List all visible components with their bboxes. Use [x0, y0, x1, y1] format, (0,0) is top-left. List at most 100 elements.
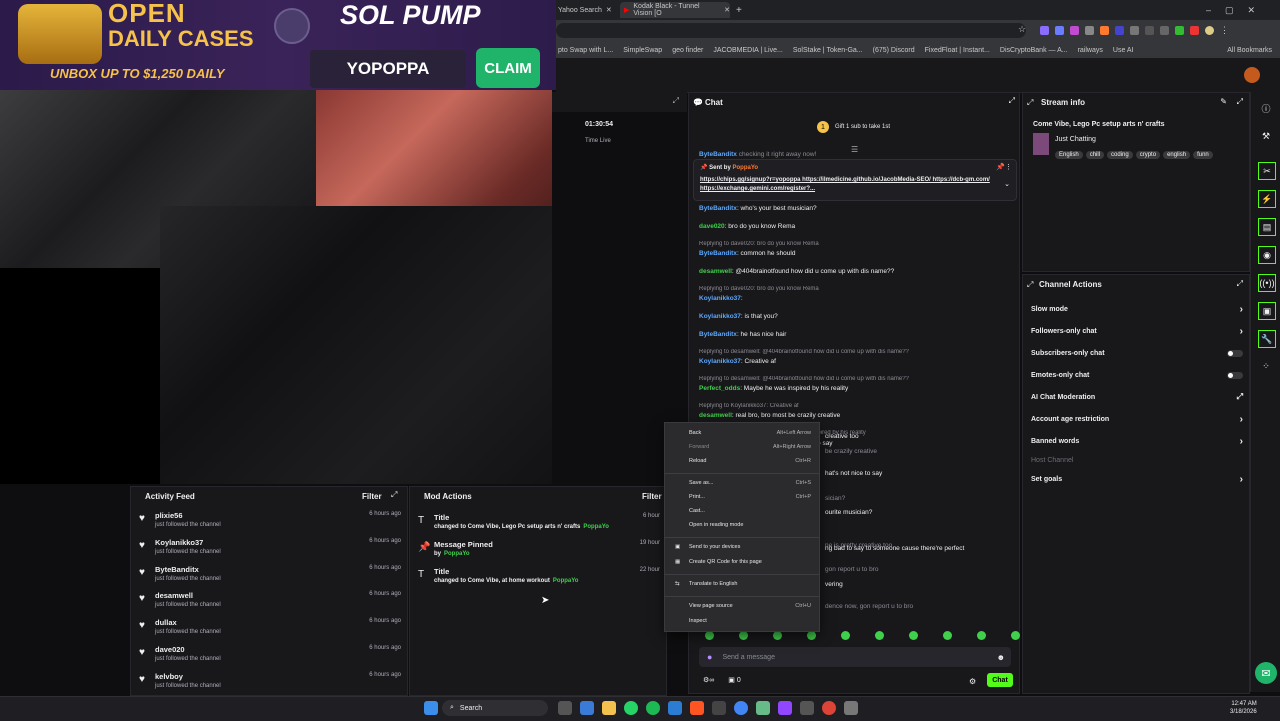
activity-username[interactable]: plixie56 [155, 511, 183, 520]
emote-icon[interactable] [773, 631, 782, 640]
profile-avatar[interactable] [1205, 26, 1214, 35]
bookmark[interactable]: DisCryptoBank — A... [1000, 47, 1068, 54]
chat-bubble-button[interactable]: ✉ [1255, 662, 1277, 684]
subscribers-only-toggle[interactable] [1227, 350, 1243, 357]
bookmark[interactable]: pto Swap with L... [558, 47, 613, 54]
clip-icon[interactable]: ✂ [1258, 162, 1276, 180]
context-menu-item[interactable]: ⇆ Translate to English [675, 581, 815, 587]
extension-icon[interactable] [1100, 26, 1109, 35]
mod-action-user[interactable]: PoppaYo [583, 524, 609, 530]
activity-item[interactable]: ♥ dullax just followed the channel 6 hours … [139, 618, 401, 644]
context-menu-item[interactable]: Open in reading mode [689, 522, 815, 528]
claim-button[interactable]: CLAIM [476, 48, 540, 88]
extension-icon[interactable] [1085, 26, 1094, 35]
kebab-menu-icon[interactable]: ⋮ [1220, 25, 1229, 36]
tab-yahoo[interactable]: Yahoo Search ✕ [558, 2, 612, 18]
bookmark[interactable]: (675) Discord [873, 47, 915, 54]
close-window-icon[interactable]: ✕ [1248, 5, 1256, 16]
app-icon[interactable] [756, 701, 770, 715]
extension-icon[interactable] [1070, 26, 1079, 35]
emotes-only-toggle[interactable] [1227, 372, 1243, 379]
filter-button[interactable]: Filter [362, 492, 382, 501]
activity-username[interactable]: ByteBanditx [155, 565, 199, 574]
emote-icon[interactable] [1011, 631, 1020, 640]
bookmark[interactable]: SimpleSwap [623, 47, 662, 54]
popout-icon[interactable]: ⤢ [1237, 97, 1243, 107]
emote-icon[interactable] [807, 631, 816, 640]
mod-action-user[interactable]: PoppaYo [553, 578, 579, 584]
wrench-icon[interactable]: 🔧 [1258, 330, 1276, 348]
maximize-icon[interactable]: ▢ [1225, 5, 1234, 16]
context-menu-item[interactable]: View page source Ctrl+U [689, 603, 815, 609]
extension-icon[interactable] [1115, 26, 1124, 35]
chat-icon[interactable]: ◉ [1258, 246, 1276, 264]
context-menu-item[interactable]: Inspect [689, 618, 815, 624]
activity-item[interactable]: ♥ plixie56 just followed the channel 6 hour… [139, 511, 401, 537]
whatsapp-icon[interactable] [624, 701, 638, 715]
popout-icon[interactable]: ⤢ [673, 96, 679, 106]
app-icon[interactable] [844, 701, 858, 715]
info-icon[interactable]: ⓘ [1258, 100, 1274, 116]
tag[interactable]: coding [1107, 151, 1133, 159]
emoji-icon[interactable]: ☻ [997, 653, 1005, 662]
context-menu-item[interactable]: Forward Alt+Right Arrow [689, 444, 815, 450]
activity-username[interactable]: dave020 [155, 645, 185, 654]
tag[interactable]: crypto [1135, 151, 1161, 159]
url-input[interactable] [556, 23, 1026, 38]
chat-username[interactable]: Koylanikko37 [699, 295, 741, 302]
star-icon[interactable]: ☆ [1018, 24, 1026, 35]
activity-username[interactable]: desamwell [155, 591, 193, 600]
chrome-profile-icon[interactable] [822, 701, 836, 715]
chat-username[interactable]: desamwell [699, 412, 732, 419]
emote-icon[interactable] [909, 631, 918, 640]
extension-icon[interactable] [1055, 26, 1064, 35]
mod-action-item[interactable]: 📌 Message Pinned by PoppaYo 19 hour [418, 540, 660, 566]
context-menu-item[interactable]: ▣ Send to your devices [675, 544, 815, 550]
minimize-icon[interactable]: – [1206, 5, 1211, 15]
activity-username[interactable]: Koylanikko37 [155, 538, 203, 547]
card-icon[interactable]: ▣ [1258, 302, 1276, 320]
ai-moderation-row[interactable]: AI Chat Moderation ⤢ [1031, 392, 1243, 401]
context-menu-item[interactable]: Cast... [689, 508, 815, 514]
popout-icon[interactable]: ⤢ [1009, 96, 1015, 106]
app-icon[interactable] [712, 701, 726, 715]
extension-icon[interactable] [1130, 26, 1139, 35]
send-chat-button[interactable]: Chat [987, 673, 1013, 687]
task-view-icon[interactable] [558, 701, 572, 715]
activity-item[interactable]: ♥ kelvboy just followed the channel 6 hours… [139, 672, 401, 698]
file-explorer-icon[interactable] [602, 701, 616, 715]
slow-mode-row[interactable]: Slow mode › [1031, 304, 1243, 315]
emote-icon[interactable] [875, 631, 884, 640]
popout-icon[interactable]: ⤢ [391, 490, 397, 500]
popout-icon[interactable]: ⤢ [1237, 279, 1243, 289]
bookmark[interactable]: railways [1078, 47, 1103, 54]
broadcast-icon[interactable]: ((•)) [1258, 274, 1276, 292]
user-avatar[interactable] [1244, 67, 1260, 83]
dots-icon[interactable]: ⁘ [1258, 358, 1274, 374]
pin-icon[interactable]: 📌⋮ [996, 163, 1012, 171]
pinned-links[interactable]: https://chips.gg/signup?r=yopoppa https:… [700, 176, 992, 194]
app-icon[interactable] [778, 701, 792, 715]
window-controls[interactable]: – ▢ ✕ [1206, 2, 1255, 18]
emote-icon[interactable] [943, 631, 952, 640]
brave-icon[interactable] [690, 701, 704, 715]
context-menu-item[interactable]: Reload Ctrl+R [689, 458, 815, 464]
extension-icon[interactable] [1175, 26, 1184, 35]
chrome-icon[interactable] [734, 701, 748, 715]
emote-icon[interactable] [705, 631, 714, 640]
extension-icon[interactable] [1190, 26, 1199, 35]
chat-username[interactable]: desamwell [699, 268, 732, 275]
chat-username[interactable]: ByteBanditx [699, 250, 737, 257]
activity-username[interactable]: kelvboy [155, 672, 183, 681]
bookmark[interactable]: JACOBMEDIA | Live... [713, 47, 783, 54]
obs-icon[interactable] [800, 701, 814, 715]
bookmark[interactable]: FixedFloat | Instant... [925, 47, 990, 54]
extension-icon[interactable] [1160, 26, 1169, 35]
bolt-icon[interactable]: ⚡ [1258, 190, 1276, 208]
bookmark[interactable]: SolStake | Token-Ga... [793, 47, 863, 54]
activity-item[interactable]: ♥ desamwell just followed the channel 6 hou… [139, 591, 401, 617]
chat-username[interactable]: Koylanikko37 [699, 358, 741, 365]
mod-action-item[interactable]: T Title changed to Come Vibe, at home work… [418, 567, 660, 593]
emote-icon[interactable] [977, 631, 986, 640]
activity-item[interactable]: ♥ dave020 just followed the channel 6 hours… [139, 645, 401, 671]
